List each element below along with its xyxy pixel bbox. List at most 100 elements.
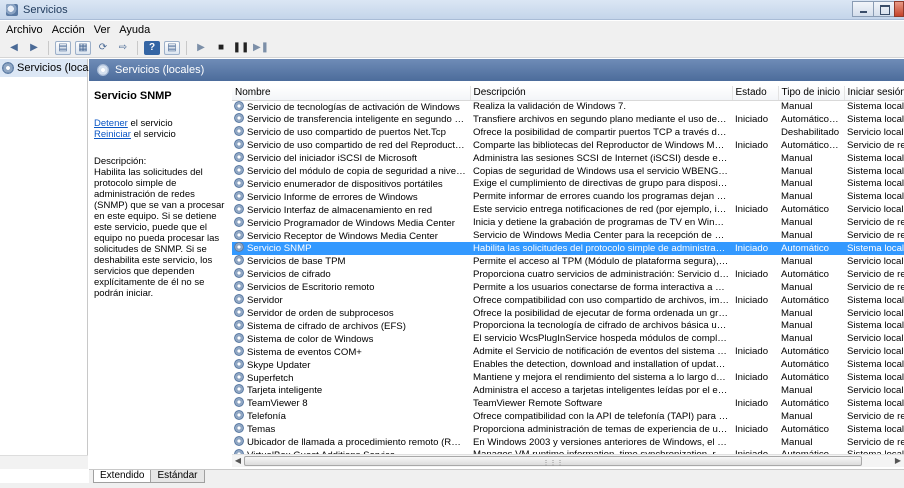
column-header-tipo-inicio[interactable]: Tipo de inicio xyxy=(778,86,845,101)
service-status-cell: Iniciado xyxy=(732,242,778,256)
service-name-cell: Servicio enumerador de dispositivos port… xyxy=(232,177,470,191)
service-name-text: Telefonía xyxy=(247,411,286,423)
table-row[interactable]: Servicio enumerador de dispositivos port… xyxy=(232,177,904,191)
table-row[interactable]: Servidor de orden de subprocesos Ofrece l… xyxy=(232,307,904,320)
table-row[interactable]: Sistema de cifrado de archivos (EFS) Prop… xyxy=(232,319,904,333)
close-button[interactable] xyxy=(894,1,904,17)
table-row[interactable]: Skype Updater Enables the detection, down… xyxy=(232,358,904,372)
column-header-descripcion[interactable]: Descripción xyxy=(470,86,733,101)
list-horizontal-scrollbar[interactable]: ◀ ⋮⋮⋮ ▶ xyxy=(232,454,904,467)
menu-ver[interactable]: Ver xyxy=(91,24,117,36)
table-row[interactable]: Ubicador de llamada a procedimiento remo… xyxy=(232,436,904,449)
service-description-cell: En Windows 2003 y versiones anteriores d… xyxy=(473,436,732,448)
console-tree-icon[interactable]: ▤ xyxy=(55,40,71,55)
stop-service-icon[interactable]: ■ xyxy=(213,41,229,55)
back-arrow-icon[interactable]: ◀ xyxy=(6,41,22,55)
menu-archivo[interactable]: Archivo xyxy=(3,24,49,36)
export-icon[interactable]: ⇨ xyxy=(115,41,131,55)
service-logon-cell: Servicio local xyxy=(847,307,904,319)
table-row[interactable]: Sistema de eventos COM+ Admite el Servici… xyxy=(232,345,904,359)
tree-horizontal-scrollbar[interactable] xyxy=(0,455,88,469)
service-logon-cell: Servicio local xyxy=(847,126,904,138)
service-logon-cell: Sistema local xyxy=(847,101,904,112)
minimize-button[interactable] xyxy=(852,1,874,17)
window-title: Servicios xyxy=(23,3,68,16)
menu-bar: Archivo Acción Ver Ayuda xyxy=(0,21,904,38)
toolbar: ◀ ▶ ▤ ▦ ⟳ ⇨ ? ▤ ▶ ■ ❚❚ ▶❚ xyxy=(0,38,904,58)
stop-service-link[interactable]: Detener xyxy=(94,118,128,129)
service-name-text: Servicio Informe de errores de Windows xyxy=(247,191,418,203)
help-icon[interactable]: ? xyxy=(144,40,160,55)
service-startup-type-cell: Manual xyxy=(781,320,813,332)
service-status-cell xyxy=(732,126,778,139)
table-row[interactable]: Sistema de color de Windows El servicio W… xyxy=(232,332,904,346)
service-status-cell: Iniciado xyxy=(735,139,769,151)
tree-item-servicios-locales[interactable]: Servicios (locales) xyxy=(0,59,106,77)
pause-service-icon[interactable]: ❚❚ xyxy=(233,41,250,55)
service-startup-type-cell: Automático xyxy=(781,346,829,358)
table-row[interactable]: Servicio Interfaz de almacenamiento en r… xyxy=(232,203,904,217)
table-row[interactable]: Servicio Informe de errores de Windows Pe… xyxy=(232,190,904,204)
show-pane-icon[interactable]: ▤ xyxy=(164,40,180,55)
service-status-cell xyxy=(732,436,778,449)
service-logon-cell: Sistema local xyxy=(847,191,904,203)
table-row[interactable]: Servicio Receptor de Windows Media Cente… xyxy=(232,229,904,243)
table-body: Servicio de tecnologías de activación de… xyxy=(232,100,904,454)
service-logon-cell: Servicio de red xyxy=(847,139,904,151)
forward-arrow-icon[interactable]: ▶ xyxy=(26,41,42,55)
gear-icon xyxy=(2,62,14,74)
service-startup-type-cell: Manual xyxy=(781,436,813,448)
column-header-estado[interactable]: Estado xyxy=(732,86,779,101)
gear-icon xyxy=(234,203,244,214)
menu-ayuda[interactable]: Ayuda xyxy=(116,24,156,36)
service-name-text: Servicios de Escritorio remoto xyxy=(247,282,375,294)
table-row[interactable]: Servicio de transferencia inteligente en… xyxy=(232,113,904,126)
service-name-cell: Servicio de transferencia inteligente en… xyxy=(232,113,470,126)
column-header-nombre[interactable]: Nombre xyxy=(232,86,471,101)
column-header-iniciar-sesion[interactable]: Iniciar sesión co xyxy=(844,86,904,101)
service-name-cell: Temas xyxy=(232,423,470,436)
table-row[interactable]: Superfetch Mantiene y mejora el rendimien… xyxy=(232,371,904,385)
table-row[interactable]: Servicios de Escritorio remoto Permite a … xyxy=(232,281,904,294)
toolbar-separator xyxy=(48,40,49,55)
gear-icon xyxy=(234,423,244,434)
table-row[interactable]: Servicio del iniciador iSCSI de Microsof… xyxy=(232,152,904,165)
table-row[interactable]: Servicio SNMP Habilita las solicitudes de… xyxy=(232,242,904,256)
restart-service-link[interactable]: Reiniciar xyxy=(94,129,131,140)
service-logon-cell: Sistema local xyxy=(847,294,904,306)
results-pane: Servicios (locales) Servicio SNMP Detene… xyxy=(89,59,904,469)
tab-extendido[interactable]: Extendido xyxy=(93,470,152,483)
table-row[interactable]: Servicio de uso compartido de puertos Ne… xyxy=(232,126,904,139)
table-row[interactable]: Servicio del módulo de copia de segurida… xyxy=(232,165,904,178)
selected-service-name: Servicio SNMP xyxy=(94,90,172,102)
table-row[interactable]: Servicios de base TPM Permite el acceso a… xyxy=(232,255,904,268)
tab-estandar[interactable]: Estándar xyxy=(150,470,205,483)
table-row[interactable]: Temas Proporciona administración de temas… xyxy=(232,423,904,436)
table-row[interactable]: Servicios de cifrado Proporciona cuatro s… xyxy=(232,268,904,281)
table-row[interactable]: Servicio de uso compartido de red del Re… xyxy=(232,139,904,152)
restart-service-icon[interactable]: ▶❚ xyxy=(253,41,269,55)
scrollbar-thumb[interactable]: ⋮⋮⋮ xyxy=(244,456,862,467)
service-name-cell: Servicio de tecnologías de activación de… xyxy=(232,100,470,113)
table-row[interactable]: Servicio de tecnologías de activación de… xyxy=(232,100,904,113)
menu-accion[interactable]: Acción xyxy=(49,24,91,36)
service-description-cell: Servicio de Windows Media Center para la… xyxy=(473,230,732,242)
table-row[interactable]: TeamViewer 8 TeamViewer Remote Software In… xyxy=(232,397,904,410)
table-row[interactable]: Tarjeta inteligente Administra el acceso … xyxy=(232,384,904,397)
service-status-cell xyxy=(732,165,778,178)
refresh-icon[interactable]: ⟳ xyxy=(95,41,111,55)
service-logon-cell: Sistema local xyxy=(847,152,904,164)
service-description-cell: Permite el acceso al TPM (Módulo de plat… xyxy=(473,255,732,267)
table-row[interactable]: Servidor Ofrece compatibilidad con uso co… xyxy=(232,294,904,307)
service-details-panel: Servicio SNMP Detener el servicio Reinic… xyxy=(89,81,231,455)
table-row[interactable]: Servicio Programador de Windows Media Ce… xyxy=(232,216,904,230)
maximize-button[interactable] xyxy=(873,1,895,17)
table-row[interactable]: Telefonía Ofrece compatibilidad con la AP… xyxy=(232,410,904,423)
scroll-right-icon[interactable]: ▶ xyxy=(893,456,903,466)
service-description-cell: Permite a los usuarios conectarse de for… xyxy=(473,281,732,293)
properties-icon[interactable]: ▦ xyxy=(75,40,91,55)
service-description-cell: Ofrece la posibilidad de compartir puert… xyxy=(473,126,732,138)
scroll-left-icon[interactable]: ◀ xyxy=(233,456,243,466)
start-service-icon[interactable]: ▶ xyxy=(193,41,209,55)
service-description-cell: Administra el acceso a tarjetas intelige… xyxy=(473,384,732,396)
